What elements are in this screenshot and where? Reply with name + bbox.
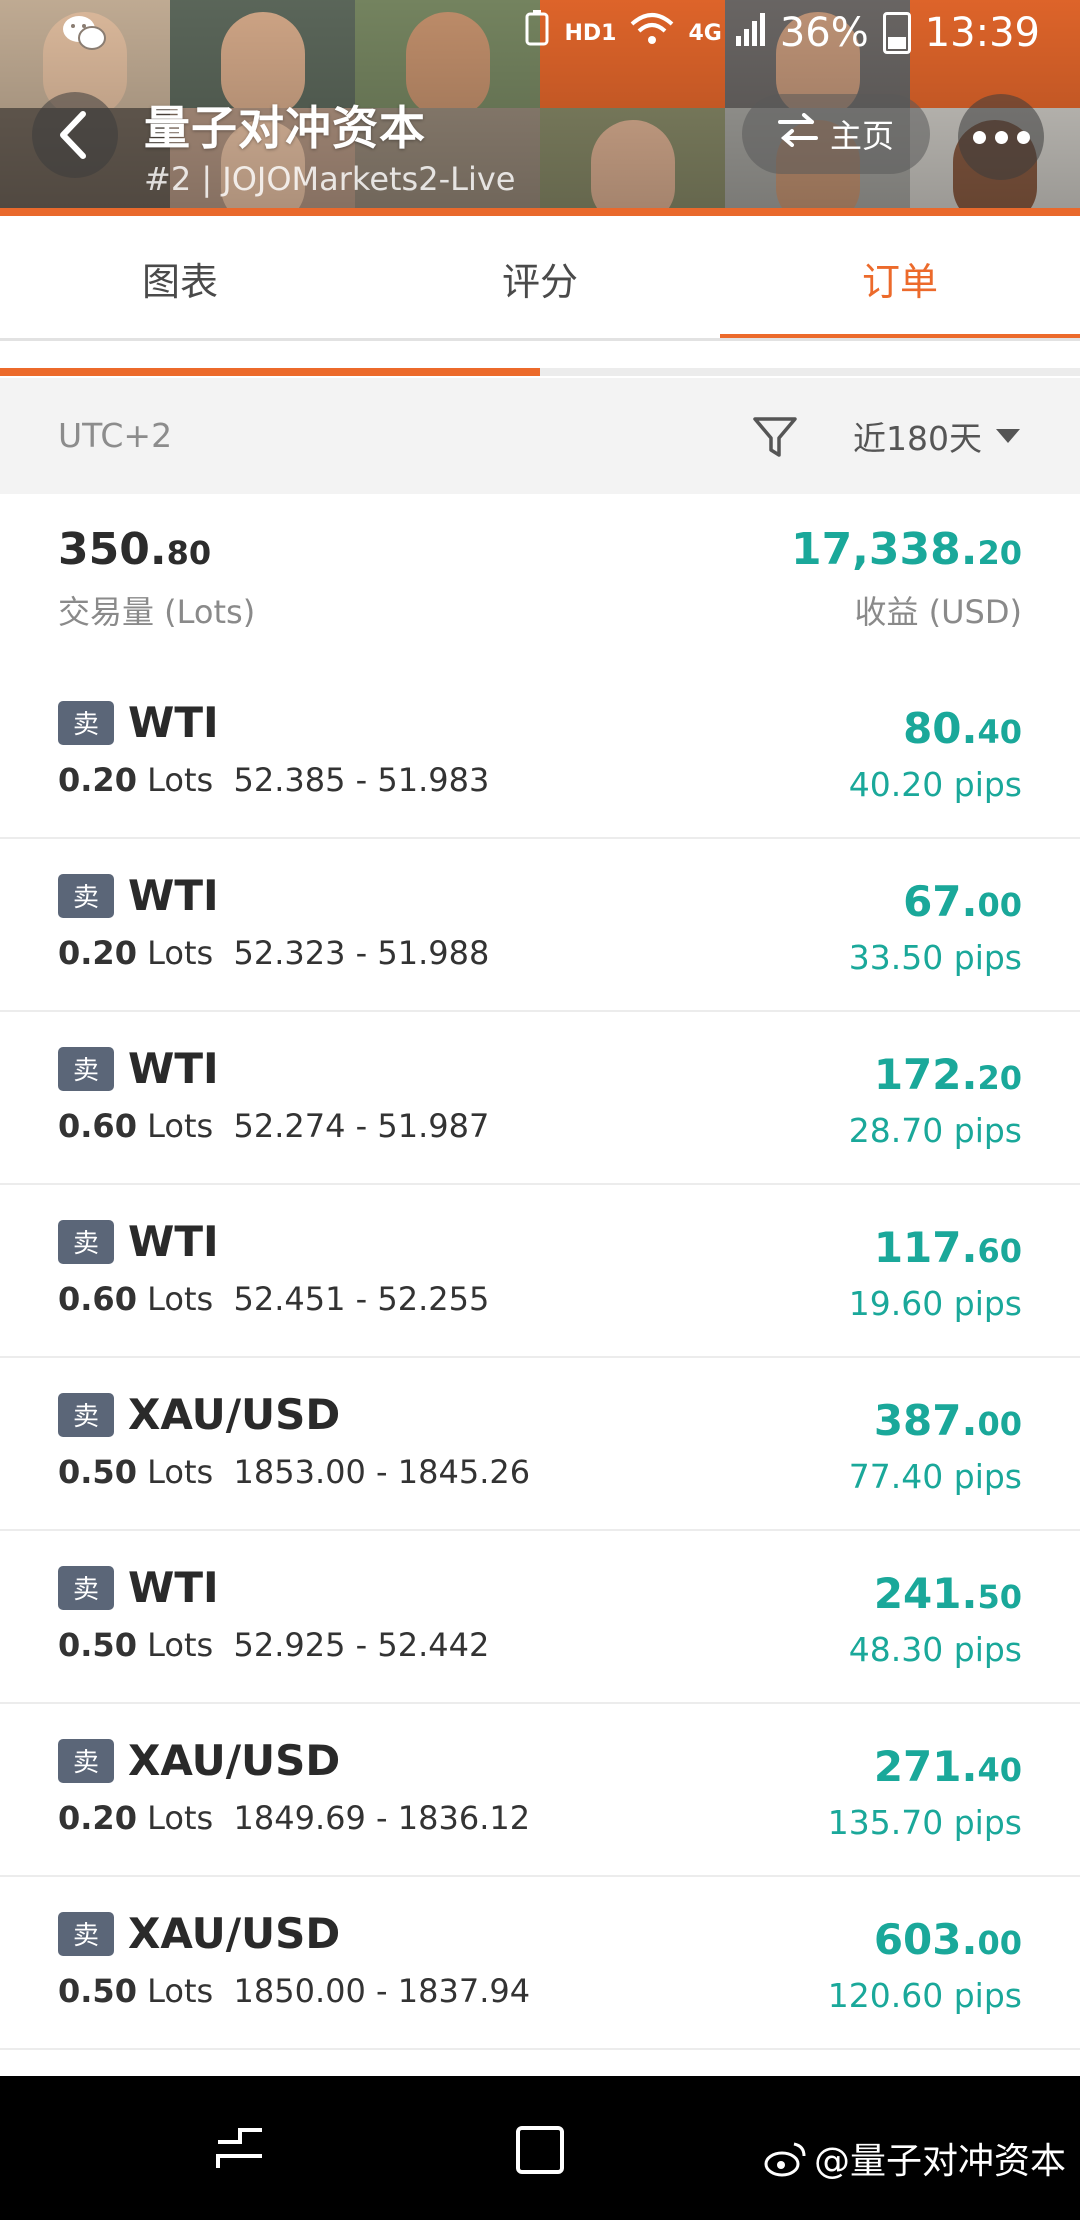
total-volume: 350.80 <box>58 524 212 575</box>
order-pips: 135.70 pips <box>827 1803 1022 1842</box>
caret-down-icon <box>996 429 1020 443</box>
order-detail: 0.50 Lots 52.925 - 52.442 <box>58 1626 490 1664</box>
account-subtitle: #2 | JOJOMarkets2-Live <box>144 160 516 198</box>
order-pips: 77.40 pips <box>848 1457 1022 1496</box>
order-pips: 19.60 pips <box>848 1284 1022 1323</box>
signal-icon <box>735 10 766 56</box>
header-accent-strip <box>0 208 1080 216</box>
total-profit: 17,338.20 <box>790 524 1022 575</box>
network-label: HD1 <box>564 20 617 46</box>
battery-saver-icon <box>524 10 550 56</box>
filter-icon[interactable] <box>752 414 798 460</box>
sell-badge: 卖 <box>58 1911 114 1956</box>
battery-icon <box>882 12 911 54</box>
wechat-icon <box>62 14 106 61</box>
sell-badge: 卖 <box>58 1738 114 1783</box>
wifi-icon <box>630 10 674 56</box>
filter-bar: UTC+2 近180天 <box>0 378 1080 494</box>
order-profit: 387.00 <box>873 1396 1022 1445</box>
order-symbol: WTI <box>128 1563 219 1612</box>
order-row[interactable]: 卖 WTI 0.20 Lots 52.385 - 51.983 80.40 40.… <box>0 666 1080 839</box>
recent-apps-icon[interactable] <box>210 2120 270 2180</box>
order-profit: 271.40 <box>873 1742 1022 1791</box>
order-row[interactable]: 卖 WTI 0.20 Lots 52.323 - 51.988 67.00 33.… <box>0 839 1080 1012</box>
order-detail: 0.60 Lots 52.451 - 52.255 <box>58 1280 490 1318</box>
order-pips: 40.20 pips <box>848 765 1022 804</box>
home-nav-icon[interactable] <box>510 2120 570 2180</box>
more-dots-icon <box>972 130 986 144</box>
order-pips: 28.70 pips <box>848 1111 1022 1150</box>
sell-badge: 卖 <box>58 1392 114 1437</box>
date-range-label: 近180天 <box>853 419 982 458</box>
order-row[interactable]: 卖 XAU/USD 0.50 Lots 1853.00 - 1845.26 387… <box>0 1358 1080 1531</box>
page-title: 量子对冲资本 <box>144 101 426 155</box>
order-symbol: XAU/USD <box>128 1736 341 1785</box>
volume-label: 交易量 (Lots) <box>58 593 256 631</box>
tab-chart[interactable]: 图表 <box>0 216 360 340</box>
tab-orders[interactable]: 订单 <box>720 216 1080 340</box>
tab-rating[interactable]: 评分 <box>360 216 720 340</box>
order-detail: 0.50 Lots 1850.00 - 1837.94 <box>58 1972 531 2010</box>
order-detail: 0.50 Lots 1853.00 - 1845.26 <box>58 1453 531 1491</box>
order-detail: 0.60 Lots 52.274 - 51.987 <box>58 1107 490 1145</box>
back-button[interactable] <box>32 92 118 178</box>
date-range-dropdown[interactable]: 近180天 <box>853 378 1020 494</box>
battery-level: 36% <box>779 10 869 56</box>
watermark-text: @量子对冲资本 <box>814 2141 1067 2182</box>
system-nav-bar: @量子对冲资本 <box>0 2076 1080 2220</box>
clock: 13:39 <box>924 10 1040 56</box>
profile-header: HD1 4G 36% 13:39 量子对冲资本 #2 | JOJOMarkets… <box>0 0 1080 216</box>
tab-bar: 图表 评分 订单 <box>0 216 1080 340</box>
signal-label: 4G <box>688 20 722 46</box>
order-symbol: WTI <box>128 871 219 920</box>
order-profit: 603.00 <box>873 1915 1022 1964</box>
order-profit: 117.60 <box>873 1223 1022 1272</box>
order-pips: 33.50 pips <box>848 938 1022 977</box>
order-symbol: XAU/USD <box>128 1909 341 1958</box>
sell-badge: 卖 <box>58 1046 114 1091</box>
orders-list: 卖 WTI 0.20 Lots 52.385 - 51.983 80.40 40.… <box>0 666 1080 2050</box>
home-button[interactable]: 主页 <box>742 94 930 174</box>
order-profit: 172.20 <box>873 1050 1022 1099</box>
more-button[interactable] <box>958 94 1044 180</box>
sell-badge: 卖 <box>58 700 114 745</box>
chevron-left-icon <box>60 111 86 159</box>
order-profit: 241.50 <box>873 1569 1022 1618</box>
order-profit: 80.40 <box>903 704 1022 753</box>
order-detail: 0.20 Lots 1849.69 - 1836.12 <box>58 1799 531 1837</box>
order-row[interactable]: 卖 WTI 0.50 Lots 52.925 - 52.442 241.50 48… <box>0 1531 1080 1704</box>
sell-badge: 卖 <box>58 1565 114 1610</box>
order-row[interactable]: 卖 XAU/USD 0.50 Lots 1850.00 - 1837.94 603… <box>0 1877 1080 2050</box>
sell-badge: 卖 <box>58 1219 114 1264</box>
order-row[interactable]: 卖 WTI 0.60 Lots 52.274 - 51.987 172.20 28… <box>0 1012 1080 1185</box>
order-detail: 0.20 Lots 52.385 - 51.983 <box>58 761 490 799</box>
order-pips: 120.60 pips <box>827 1976 1022 2015</box>
orders-summary: 350.80 交易量 (Lots) 17,338.20 收益 (USD) <box>0 494 1080 668</box>
order-detail: 0.20 Lots 52.323 - 51.988 <box>58 934 490 972</box>
order-row[interactable]: 卖 XAU/USD 0.20 Lots 1849.69 - 1836.12 271… <box>0 1704 1080 1877</box>
order-symbol: WTI <box>128 1217 219 1266</box>
order-symbol: WTI <box>128 698 219 747</box>
weibo-icon <box>764 2142 806 2177</box>
order-symbol: XAU/USD <box>128 1390 341 1439</box>
order-row[interactable]: 卖 WTI 0.60 Lots 52.451 - 52.255 117.60 19… <box>0 1185 1080 1358</box>
home-button-label: 主页 <box>829 117 894 155</box>
scroll-progress <box>0 368 1080 376</box>
timezone-label: UTC+2 <box>58 416 173 455</box>
status-bar: HD1 4G 36% 13:39 <box>0 0 1080 70</box>
swap-icon <box>777 113 818 155</box>
weibo-watermark: @量子对冲资本 <box>764 2132 1066 2184</box>
profit-label: 收益 (USD) <box>854 593 1022 631</box>
order-pips: 48.30 pips <box>848 1630 1022 1669</box>
order-symbol: WTI <box>128 1044 219 1093</box>
order-profit: 67.00 <box>903 877 1022 926</box>
sell-badge: 卖 <box>58 873 114 918</box>
